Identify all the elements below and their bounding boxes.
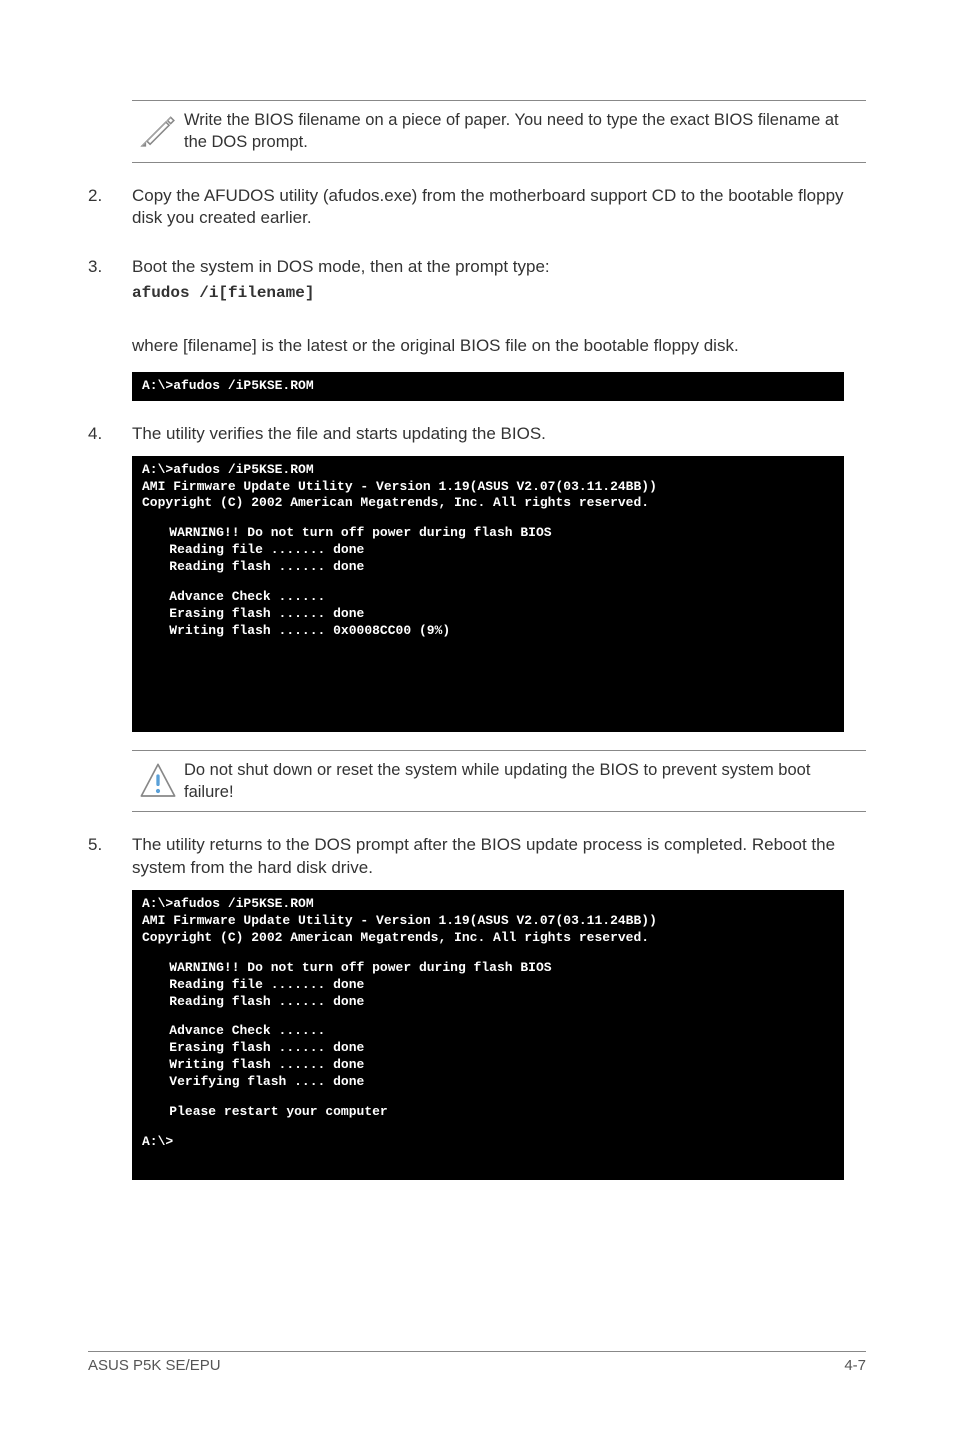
step-2-text: Copy the AFUDOS utility (afudos.exe) fro… <box>132 185 866 231</box>
term2-line5: Reading file ....... done <box>142 542 834 559</box>
term3-line6: Reading flash ...... done <box>142 994 834 1011</box>
term3-line5: Reading file ....... done <box>142 977 834 994</box>
warning-icon <box>132 759 184 801</box>
step-4-text: The utility verifies the file and starts… <box>132 423 866 446</box>
term3-line7: Advance Check ...... <box>142 1023 834 1040</box>
warning-box: Do not shut down or reset the system whi… <box>132 750 866 813</box>
page-footer: ASUS P5K SE/EPU 4-7 <box>88 1351 866 1376</box>
term3-line9: Writing flash ...... done <box>142 1057 834 1074</box>
term3-line2: AMI Firmware Update Utility - Version 1.… <box>142 913 834 930</box>
step-3: 3. Boot the system in DOS mode, then at … <box>88 256 866 321</box>
term3-line4: WARNING!! Do not turn off power during f… <box>142 960 834 977</box>
terminal-block-1: A:\>afudos /iP5KSE.ROM <box>132 372 844 401</box>
term3-line3: Copyright (C) 2002 American Megatrends, … <box>142 930 834 947</box>
note-box: Write the BIOS filename on a piece of pa… <box>132 100 866 163</box>
term3-line12: A:\> <box>142 1134 834 1151</box>
step-2: 2. Copy the AFUDOS utility (afudos.exe) … <box>88 185 866 235</box>
step-3-number: 3. <box>88 256 132 321</box>
term2-line1: A:\>afudos /iP5KSE.ROM <box>142 462 834 479</box>
term2-line6: Reading flash ...... done <box>142 559 834 576</box>
step-4: 4. The utility verifies the file and sta… <box>88 423 866 450</box>
step-5-number: 5. <box>88 834 132 884</box>
pencil-icon <box>132 109 184 149</box>
term2-line9: Writing flash ...... 0x0008CC00 (9%) <box>142 623 834 640</box>
step-3-command: afudos /i[filename] <box>132 283 866 305</box>
term2-line2: AMI Firmware Update Utility - Version 1.… <box>142 479 834 496</box>
footer-right: 4-7 <box>844 1356 866 1376</box>
terminal-block-2: A:\>afudos /iP5KSE.ROMAMI Firmware Updat… <box>132 456 844 732</box>
step-5-text: The utility returns to the DOS prompt af… <box>132 834 866 880</box>
step-5: 5. The utility returns to the DOS prompt… <box>88 834 866 884</box>
term2-line8: Erasing flash ...... done <box>142 606 834 623</box>
step-2-number: 2. <box>88 185 132 235</box>
term2-line7: Advance Check ...... <box>142 589 834 606</box>
step-4-number: 4. <box>88 423 132 450</box>
term1-line1: A:\>afudos /iP5KSE.ROM <box>142 378 834 395</box>
term2-line3: Copyright (C) 2002 American Megatrends, … <box>142 495 834 512</box>
step-3-post-text: where [filename] is the latest or the or… <box>132 335 866 358</box>
term2-line4: WARNING!! Do not turn off power during f… <box>142 525 834 542</box>
step-3-text: Boot the system in DOS mode, then at the… <box>132 256 866 279</box>
warning-text: Do not shut down or reset the system whi… <box>184 759 860 804</box>
footer-left: ASUS P5K SE/EPU <box>88 1356 221 1376</box>
term3-line11: Please restart your computer <box>142 1104 834 1121</box>
term3-line1: A:\>afudos /iP5KSE.ROM <box>142 896 834 913</box>
note-text: Write the BIOS filename on a piece of pa… <box>184 109 860 154</box>
term3-line8: Erasing flash ...... done <box>142 1040 834 1057</box>
term3-line10: Verifying flash .... done <box>142 1074 834 1091</box>
terminal-block-3: A:\>afudos /iP5KSE.ROMAMI Firmware Updat… <box>132 890 844 1180</box>
